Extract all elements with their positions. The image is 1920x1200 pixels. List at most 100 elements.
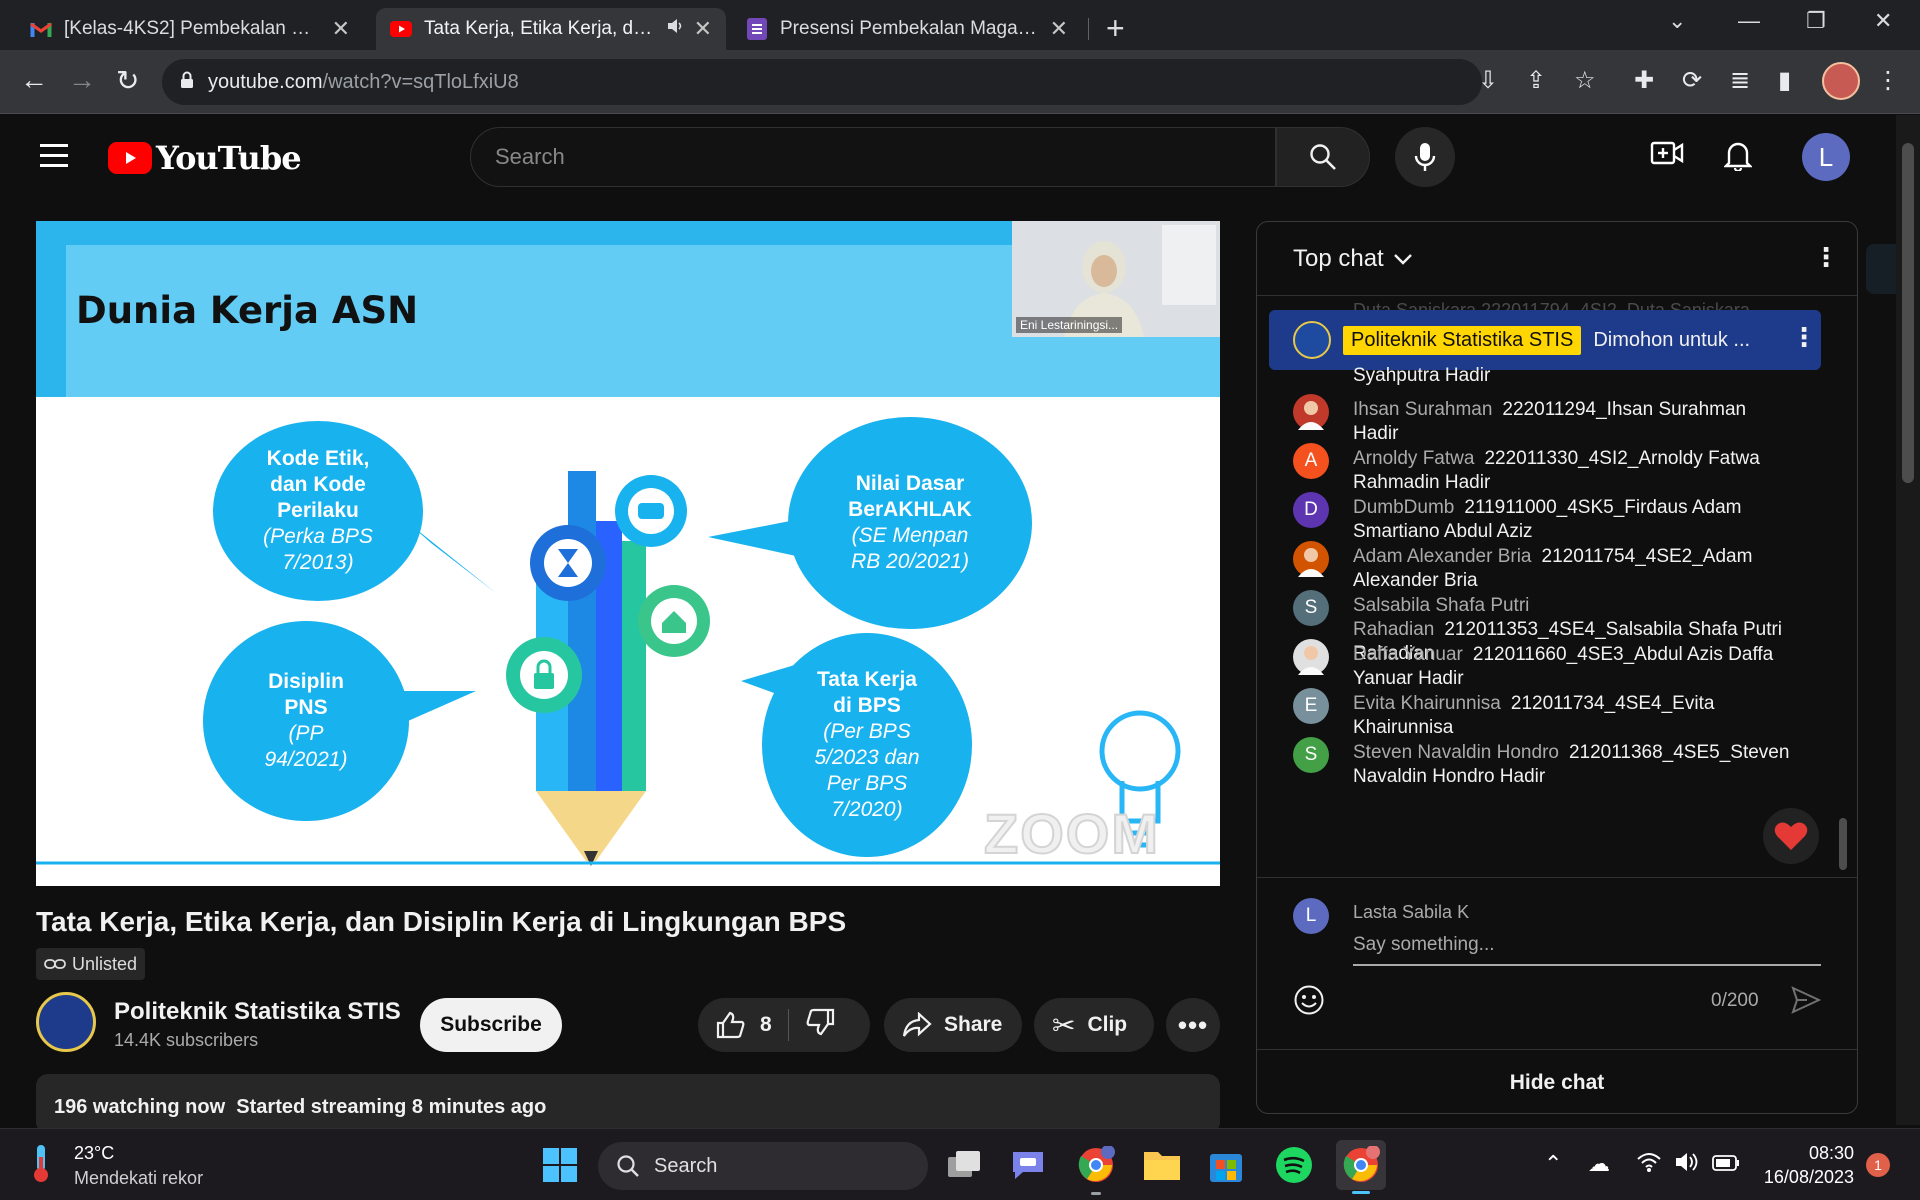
file-explorer-icon[interactable] [1140,1143,1184,1187]
voice-search-button[interactable] [1395,127,1455,187]
back-icon[interactable]: ← [20,64,48,96]
chat-author-avatar[interactable]: A [1293,443,1329,479]
bookmark-star-icon[interactable]: ☆ [1574,66,1596,95]
minimize-button[interactable]: — [1738,8,1760,34]
tab-presensi[interactable]: Presensi Pembekalan Magang M ✕ [732,8,1082,50]
search-icon [617,1155,639,1177]
chat-message[interactable]: Adam Alexander Bria 212011754_4SE2_Adam A… [1353,545,1793,593]
chat-message[interactable]: Evita Khairunnisa 212011734_4SE4_Evita Kh… [1353,692,1793,740]
speaker-icon[interactable] [666,18,684,40]
pinned-options-icon[interactable]: ⋮ [1791,322,1817,353]
reaction-heart-button[interactable] [1763,808,1819,864]
chat-message-input[interactable]: Say something... [1353,930,1821,966]
menu-icon[interactable] [40,144,68,174]
chat-author-avatar[interactable] [1293,639,1329,675]
side-panel-icon[interactable]: ▮ [1778,66,1791,95]
send-icon[interactable] [1791,986,1822,1019]
share-page-icon[interactable]: ⇪ [1526,66,1546,95]
sync-extension-icon[interactable]: ⟳ [1682,66,1702,95]
chat-author-avatar[interactable]: D [1293,492,1329,528]
page-scrollbar-thumb[interactable] [1902,143,1914,483]
chat-message[interactable]: Ihsan Surahman 222011294_Ihsan Surahman H… [1353,398,1793,446]
hide-chat-button[interactable]: Hide chat [1257,1049,1857,1113]
chat-message[interactable]: Arnoldy Fatwa 222011330_4SI2_Arnoldy Fatw… [1353,447,1793,495]
notifications-bell-icon[interactable] [1723,139,1753,176]
windows-start-icon[interactable] [538,1143,582,1187]
tab-youtube[interactable]: Tata Kerja, Etika Kerja, dan Di ✕ [376,8,726,50]
spotify-icon[interactable] [1272,1143,1316,1187]
close-tab-icon[interactable]: ✕ [1050,16,1068,42]
chat-scrollbar[interactable] [1839,818,1847,870]
bubble-subtext: RB 20/2021) [851,550,969,573]
channel-avatar[interactable] [36,992,96,1052]
create-video-icon[interactable] [1650,139,1684,172]
like-button[interactable]: 8 [698,1011,772,1039]
task-view-icon[interactable] [942,1143,986,1187]
system-clock[interactable]: 08:30 16/08/2023 [1762,1141,1854,1189]
subscribe-button[interactable]: Subscribe [420,998,562,1052]
new-tab-button[interactable]: + [1106,10,1125,47]
account-avatar[interactable]: L [1802,133,1850,181]
video-player[interactable]: Dunia Kerja ASN Eni Lestariningsi... Kod… [36,221,1220,886]
onedrive-cloud-icon[interactable]: ☁ [1588,1151,1610,1177]
chat-message[interactable]: Daffa Yanuar 212011660_4SE3_Abdul Azis Da… [1353,643,1793,691]
battery-icon[interactable] [1712,1151,1740,1177]
forward-icon[interactable]: → [68,64,96,96]
profile-avatar[interactable] [1822,62,1860,100]
close-tab-icon[interactable]: ✕ [694,16,712,42]
chrome-profile-l-icon[interactable] [1074,1143,1118,1195]
chrome-active-icon[interactable] [1336,1140,1386,1194]
chat-author-name[interactable]: Steven Navaldin Hondro [1353,742,1559,763]
side-panel-shortcut-icon[interactable] [1866,244,1896,294]
page-scrollbar[interactable] [1896,115,1920,1125]
close-window-button[interactable]: ✕ [1874,8,1892,34]
chat-message[interactable]: Steven Navaldin Hondro 212011368_4SE5_Ste… [1353,741,1793,789]
extensions-icon[interactable]: ✚ [1634,66,1654,95]
bubble-subtext: Per BPS [826,772,908,795]
microsoft-store-icon[interactable] [1204,1143,1248,1187]
reload-icon[interactable]: ↻ [116,64,139,97]
search-input[interactable]: Search [470,127,1276,187]
share-button[interactable]: Share [884,998,1022,1052]
chat-mode-dropdown[interactable]: Top chat [1293,245,1414,273]
description-box[interactable]: 196 watching now Started streaming 8 min… [36,1074,1220,1134]
tab-search-icon[interactable]: ⌄ [1668,8,1686,34]
emoji-icon[interactable] [1293,984,1325,1021]
chat-author-avatar[interactable]: S [1293,737,1329,773]
chat-author-name[interactable]: Daffa Yanuar [1353,644,1463,665]
weather-widget[interactable]: 23°C Mendekati rekor [28,1143,203,1189]
chat-author-name[interactable]: Evita Khairunnisa [1353,693,1501,714]
address-bar[interactable]: youtube.com/watch?v=sqTloLfxiU8 [162,59,1482,105]
teams-chat-icon[interactable] [1006,1143,1050,1187]
chat-author-avatar[interactable]: S [1293,590,1329,626]
chat-author-name[interactable]: Arnoldy Fatwa [1353,448,1474,469]
dislike-button[interactable] [805,1008,835,1042]
notification-badge[interactable]: 1 [1866,1153,1890,1177]
chat-author-avatar[interactable] [1293,541,1329,577]
running-indicator [1091,1192,1101,1195]
media-queue-icon[interactable]: ≣ [1730,66,1750,95]
chat-message[interactable]: DumbDumb 211911000_4SK5_Firdaus Adam Smar… [1353,496,1793,544]
search-button[interactable] [1276,127,1370,187]
close-tab-icon[interactable]: ✕ [332,16,350,42]
chat-author-name[interactable]: Ihsan Surahman [1353,399,1492,420]
wifi-icon[interactable] [1636,1151,1662,1179]
taskbar-search[interactable]: Search [598,1142,928,1190]
install-app-icon[interactable]: ⇩ [1478,66,1498,95]
chat-author-name[interactable]: DumbDumb [1353,497,1454,518]
chat-author-avatar[interactable] [1293,394,1329,430]
youtube-logo[interactable]: YouTube [108,139,302,177]
show-hidden-icons[interactable]: ⌃ [1544,1151,1562,1177]
chrome-menu-icon[interactable]: ⋮ [1876,66,1900,95]
clip-button[interactable]: ✂ Clip [1034,998,1154,1052]
chat-options-icon[interactable]: ⋮ [1813,242,1839,273]
tab-gmail[interactable]: [Kelas-4KS2] Pembekalan Magang ✕ [16,8,364,50]
pinned-message[interactable]: Politeknik Statistika STIS Dimohon untuk… [1269,310,1821,370]
volume-icon[interactable] [1674,1151,1700,1179]
chat-author-avatar[interactable]: E [1293,688,1329,724]
chat-author-name[interactable]: Adam Alexander Bria [1353,546,1532,567]
channel-name[interactable]: Politeknik Statistika STIS [114,998,401,1026]
restore-button[interactable]: ❐ [1806,8,1826,34]
lock-icon[interactable] [180,71,194,94]
more-actions-button[interactable]: ••• [1166,998,1220,1052]
